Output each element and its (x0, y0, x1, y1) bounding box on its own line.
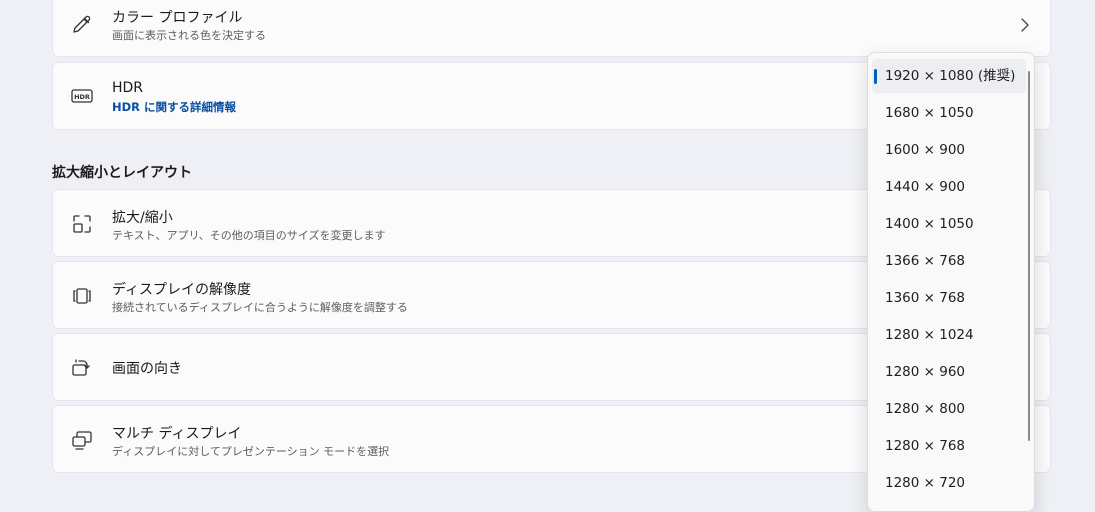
multi-display-description: ディスプレイに対してプレゼンテーション モードを選択 (112, 445, 390, 458)
resolution-option[interactable]: 1366 × 768 (872, 244, 1026, 278)
resolution-icon (70, 284, 94, 308)
hdr-title: HDR (112, 80, 144, 96)
resolution-option[interactable]: 1440 × 900 (872, 170, 1026, 204)
resolution-option[interactable]: 1680 × 1050 (872, 96, 1026, 130)
resolution-option[interactable]: 1280 × 1024 (872, 318, 1026, 352)
resolution-dropdown-list[interactable]: 1920 × 1080 (推奨) 1680 × 1050 1600 × 900 … (867, 52, 1035, 512)
hdr-icon: HDR (70, 84, 94, 108)
resolution-option[interactable]: 1280 × 720 (872, 466, 1026, 500)
multi-display-icon (70, 428, 94, 452)
hdr-info-link[interactable]: HDR に関する詳細情報 (112, 99, 236, 115)
scale-title: 拡大/縮小 (112, 210, 173, 226)
scale-description: テキスト、アプリ、その他の項目のサイズを変更します (112, 229, 386, 242)
resolution-option[interactable]: 1280 × 768 (872, 429, 1026, 463)
chevron-right-icon[interactable] (1020, 17, 1030, 33)
multi-display-title: マルチ ディスプレイ (112, 426, 242, 442)
resolution-option[interactable]: 1920 × 1080 (推奨) (872, 59, 1026, 93)
resolution-description: 接続されているディスプレイに合うように解像度を調整する (112, 301, 408, 314)
color-profile-description: 画面に表示される色を決定する (112, 29, 266, 42)
resolution-option[interactable]: 1600 × 900 (872, 133, 1026, 167)
eyedropper-icon (70, 13, 94, 37)
resolution-option[interactable]: 1360 × 768 (872, 281, 1026, 315)
svg-text:HDR: HDR (74, 93, 90, 101)
resolution-title: ディスプレイの解像度 (112, 282, 252, 298)
orientation-icon (70, 356, 94, 380)
dropdown-scrollbar[interactable] (1028, 71, 1030, 441)
color-profile-title: カラー プロファイル (112, 10, 243, 26)
resolution-option[interactable]: 1280 × 800 (872, 392, 1026, 426)
color-profile-card[interactable]: カラー プロファイル 画面に表示される色を決定する (52, 0, 1051, 57)
section-title: 拡大縮小とレイアウト (52, 165, 192, 181)
resolution-option[interactable]: 1400 × 1050 (872, 207, 1026, 241)
selection-indicator (874, 69, 877, 84)
scale-icon (70, 212, 94, 236)
resolution-option[interactable]: 1280 × 960 (872, 355, 1026, 389)
orientation-title: 画面の向き (112, 361, 182, 377)
